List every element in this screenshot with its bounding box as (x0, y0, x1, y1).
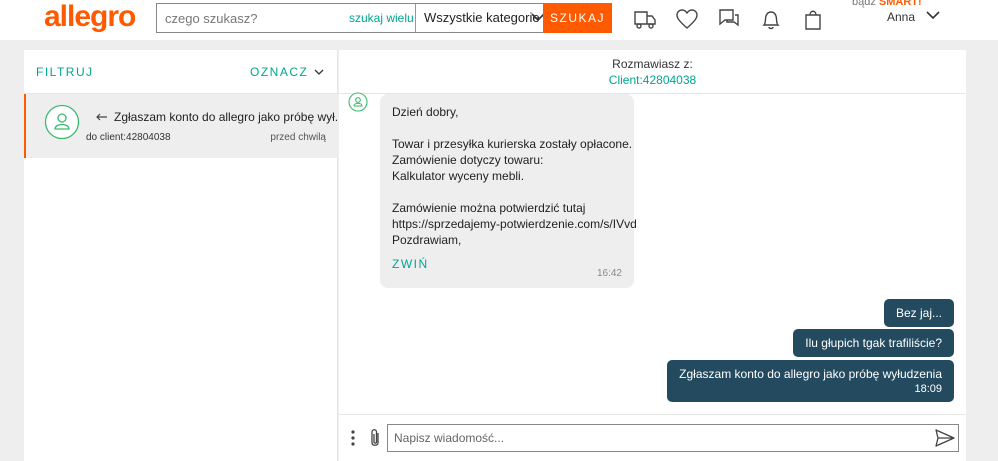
top-header: allegro szukaj wielu Wszystkie kategorie… (0, 0, 998, 40)
conversation-subject-text: Zgłaszam konto do allegro jako próbę wył… (114, 110, 345, 124)
smart-brand: SMART! (878, 0, 922, 8)
message-line: Kalkulator wyceny mebli. (392, 169, 525, 183)
bell-icon[interactable] (759, 7, 783, 31)
send-icon[interactable] (935, 429, 955, 447)
search-many-link[interactable]: szukaj wielu (349, 4, 415, 32)
conversation-item[interactable]: Zgłaszam konto do allegro jako próbę wył… (24, 94, 345, 158)
message-text: Ilu głupich tgak trafiliście? (805, 336, 942, 350)
message-time: 18:09 (914, 383, 942, 395)
message-line: Zamówienie można potwierdzić tutaj (392, 201, 586, 215)
category-label: Wszystkie kategorie (424, 10, 540, 25)
message-line: Zamówienie dotyczy towaru: (392, 153, 544, 167)
conversation-time: przed chwilą (270, 132, 326, 143)
message-time: 16:42 (596, 268, 622, 279)
message-link[interactable]: https://sprzedajemy-potwierdzenie.com/s/… (392, 216, 637, 232)
category-select[interactable]: Wszystkie kategorie (415, 4, 555, 32)
search-input[interactable] (157, 4, 349, 32)
chevron-down-icon[interactable] (926, 10, 940, 20)
message-line: Pozdrawiam, (392, 233, 462, 247)
message-line: Towar i przesyłka kurierska zostały opła… (392, 137, 633, 151)
more-options-icon[interactable] (350, 429, 356, 447)
sender-avatar-icon (348, 92, 368, 112)
heart-icon[interactable] (675, 7, 699, 31)
outgoing-message: Bez jaj... (883, 299, 954, 327)
smart-prefix: bądź (852, 0, 876, 8)
collapse-button[interactable]: ZWIŃ (392, 256, 429, 272)
conversation-list-toolbar: FILTRUJ OZNACZ (24, 50, 337, 94)
outgoing-message: Zgłaszam konto do allegro jako próbę wył… (667, 360, 954, 402)
message-composer (339, 414, 966, 461)
search-button[interactable]: SZUKAJ (543, 3, 612, 33)
conversation-list-panel: FILTRUJ OZNACZ Zgłaszam konto do allegro… (24, 50, 345, 461)
delivery-truck-icon[interactable] (633, 7, 657, 31)
conversation-recipient: do client:42804038 (86, 132, 171, 143)
user-name[interactable]: Anna (887, 10, 915, 24)
attachment-icon[interactable] (367, 427, 383, 449)
filter-button[interactable]: FILTRUJ (36, 65, 94, 79)
message-line: Dzień dobry, (392, 105, 459, 119)
message-text: Zgłaszam konto do allegro jako próbę wył… (679, 367, 942, 381)
allegro-logo[interactable]: allegro (44, 0, 136, 34)
chat-header: Rozmawiasz z: Client:42804038 (339, 50, 966, 94)
incoming-message: Dzień dobry, Towar i przesyłka kurierska… (380, 94, 637, 288)
shopping-bag-icon[interactable] (801, 7, 825, 31)
reply-icon (96, 113, 107, 120)
outgoing-message: Ilu głupich tgak trafiliście? (793, 329, 954, 357)
message-text: Bez jaj... (895, 306, 942, 320)
message-input[interactable] (387, 424, 959, 452)
chat-panel: Rozmawiasz z: Client:42804038 Dzień dobr… (339, 50, 966, 461)
mark-button-label: OZNACZ (250, 65, 309, 79)
user-avatar-icon (44, 104, 80, 140)
chat-icon[interactable] (717, 7, 741, 31)
chat-with-label: Rozmawiasz z: (612, 57, 693, 71)
mark-button[interactable]: OZNACZ (250, 65, 324, 79)
smart-badge[interactable]: bądź SMART! (852, 0, 922, 8)
chevron-down-icon (314, 69, 324, 75)
conversation-subject: Zgłaszam konto do allegro jako próbę wył… (96, 110, 345, 124)
chat-client-link[interactable]: Client:42804038 (339, 73, 966, 87)
